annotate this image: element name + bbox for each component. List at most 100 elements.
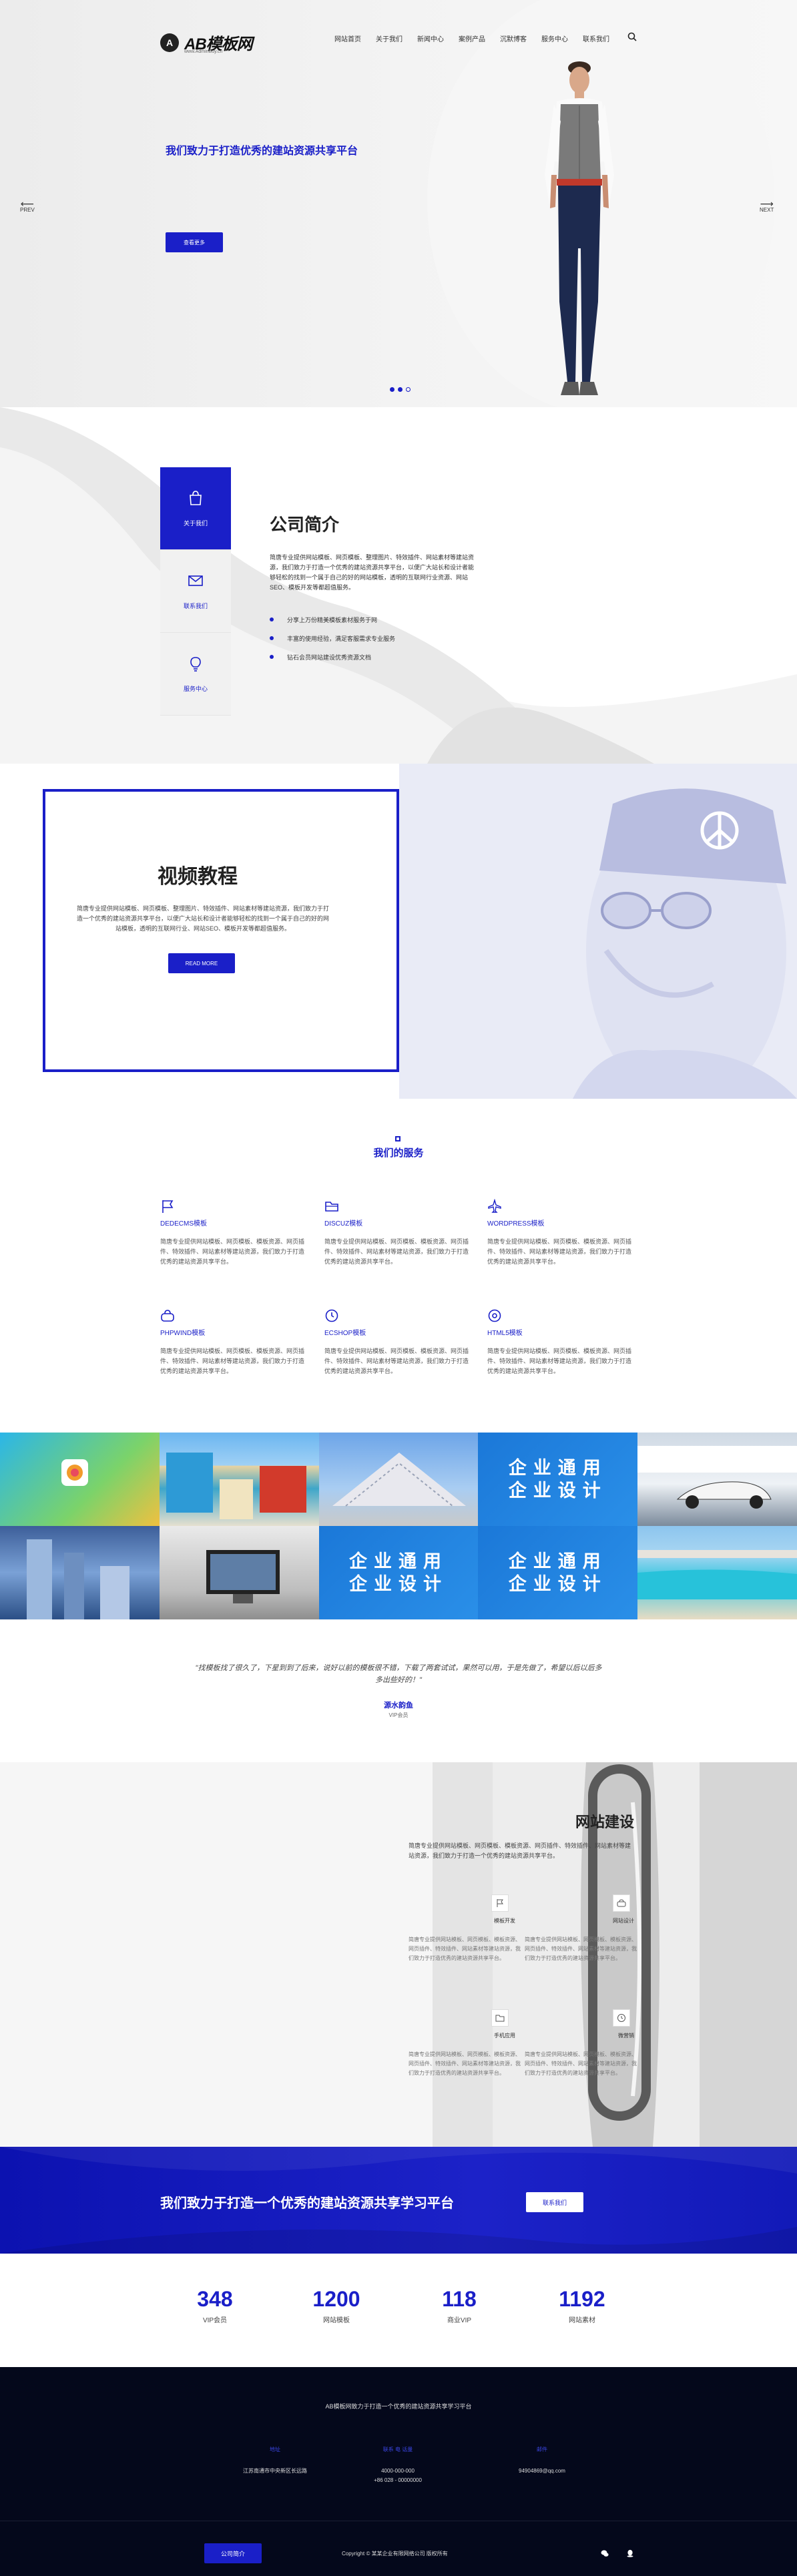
service-item-phpwind[interactable]: PHPWIND模板 简唐专业提供网站模板、网页模板、模板资源、网页插件、特效插件… bbox=[160, 1308, 308, 1376]
nav-item-about[interactable]: 关于我们 bbox=[368, 33, 410, 43]
gallery-item-2[interactable] bbox=[159, 1433, 319, 1526]
street-photo-image bbox=[166, 1453, 306, 1519]
stat-label: 网站素材 bbox=[569, 2317, 595, 2324]
build-item-desc: 简唐专业提供网站模板、网页模板、模板资源、网页插件、特效插件、网站素材等建站资源… bbox=[525, 1937, 637, 1961]
about-tabs: 关于我们 联系我们 服务中心 bbox=[160, 467, 231, 716]
slider-dots bbox=[390, 387, 411, 392]
slider-dot-2[interactable] bbox=[398, 387, 403, 392]
stats-section: 348 VIP会员 1200 网站模板 118 商业VIP 1192 网站素材 bbox=[0, 2254, 797, 2367]
list-item: 钻石会员网站建设优秀资源文档 bbox=[270, 648, 395, 666]
company-intro-button[interactable]: 公司简介 bbox=[204, 2543, 262, 2563]
build-item-mobile-app[interactable]: 手机应用 简唐专业提供网站模板、网页模板、模板资源、网页插件、特效插件、网站素材… bbox=[409, 2009, 522, 2078]
nav-item-contact[interactable]: 联系我们 bbox=[575, 33, 617, 43]
site-footer: AB模板网致力于打造一个优秀的建站资源共享学习平台 地址 江苏南通市中央新区长远… bbox=[0, 2367, 797, 2576]
stat-templates: 1200 网站模板 bbox=[283, 2287, 390, 2324]
gallery-item-3[interactable] bbox=[318, 1433, 479, 1526]
footer-value: 4000-000-000 +86 028 - 00000000 bbox=[374, 2468, 422, 2483]
service-name: HTML5模板 bbox=[487, 1330, 523, 1337]
video-section: 视频教程 简唐专业提供网站模板、网页模板、整理图片、特效插件、网站素材等建站资源… bbox=[0, 764, 797, 1099]
read-more-button[interactable]: READ MORE bbox=[168, 953, 235, 973]
about-title: 公司简介 bbox=[270, 515, 340, 535]
about-section: 关于我们 联系我们 服务中心 公司简介 简唐专业提供网站模板、网页模板、整理图片… bbox=[0, 407, 797, 764]
service-item-wordpress[interactable]: WORDPRESS模板 简唐专业提供网站模板、网页模板、模板资源、网页插件、特效… bbox=[487, 1199, 635, 1267]
hero-section: A AB模板网 www.AdminBuy.cn 网站首页 关于我们 新闻中心 案… bbox=[0, 0, 797, 407]
footer-heading: 联系 电 话量 bbox=[382, 2446, 413, 2453]
clock-icon bbox=[325, 1309, 338, 1322]
copyright-text: Copyright © 某某企业有限网络公司 版权所有 bbox=[342, 2551, 448, 2557]
video-model-image bbox=[399, 764, 797, 1099]
gallery-item-6[interactable] bbox=[0, 1526, 160, 1619]
tab-contact-us[interactable]: 联系我们 bbox=[160, 550, 231, 633]
gallery-item-9[interactable]: 企业通用 企业设计 bbox=[478, 1526, 638, 1619]
gallery-item-1[interactable] bbox=[0, 1433, 160, 1526]
slider-prev-button[interactable]: ⟵ PREV bbox=[20, 199, 35, 213]
footer-phone: 联系 电 话量 4000-000-000 +86 028 - 00000000 bbox=[318, 2446, 478, 2485]
nav-item-home[interactable]: 网站首页 bbox=[327, 33, 368, 43]
build-description: 简唐专业提供网站模板、网页模板、模板资源、网页插件、特效插件、网站素材等建站资源… bbox=[409, 1842, 631, 1859]
nav-item-cases[interactable]: 案例产品 bbox=[451, 33, 493, 43]
stat-number: 1200 bbox=[312, 2287, 360, 2311]
stat-label: 网站模板 bbox=[323, 2317, 350, 2324]
service-item-dedecms[interactable]: DEDECMS模板 简唐专业提供网站模板、网页模板、模板资源、网页插件、特效插件… bbox=[160, 1199, 308, 1267]
service-name: DISCUZ模板 bbox=[324, 1220, 363, 1228]
service-item-discuz[interactable]: DISCUZ模板 简唐专业提供网站模板、网页模板、模板资源、网页插件、特效插件、… bbox=[324, 1199, 473, 1267]
flag-icon bbox=[162, 1200, 174, 1213]
services-title: 我们的服务 bbox=[373, 1147, 424, 1159]
gallery-caption: 企业通用 企业设计 bbox=[508, 1551, 607, 1594]
hero-more-button[interactable]: 查看更多 bbox=[166, 232, 223, 252]
qq-icon[interactable] bbox=[626, 2549, 634, 2557]
hero-background bbox=[427, 0, 774, 407]
service-item-html5[interactable]: HTML5模板 简唐专业提供网站模板、网页模板、模板资源、网页插件、特效插件、网… bbox=[487, 1308, 635, 1376]
car-photo-image bbox=[637, 1446, 797, 1509]
service-item-ecshop[interactable]: ECSHOP模板 简唐专业提供网站模板、网页模板、模板资源、网页插件、特效插件、… bbox=[324, 1308, 473, 1376]
tab-about-us[interactable]: 关于我们 bbox=[160, 467, 231, 550]
slider-next-button[interactable]: ⟶ NEXT bbox=[760, 199, 774, 213]
service-name: WORDPRESS模板 bbox=[487, 1220, 545, 1228]
icon-box bbox=[613, 1894, 630, 1912]
gallery-item-8[interactable]: 企业通用 企业设计 bbox=[318, 1526, 479, 1619]
gallery-item-10[interactable] bbox=[637, 1526, 797, 1619]
hero-title: 我们致力于打造优秀的建站资源共享平台 bbox=[166, 146, 358, 157]
banner-title: 我们致力于打造一个优秀的建站资源共享学习平台 bbox=[160, 2196, 454, 2211]
section-marker-icon bbox=[395, 1136, 401, 1141]
pool-photo-image bbox=[637, 1550, 797, 1599]
service-desc: 简唐专业提供网站模板、网页模板、模板资源、网页插件、特效插件、网站素材等建站资源… bbox=[487, 1238, 632, 1265]
testimonial-role: VIP会员 bbox=[388, 1712, 409, 1718]
service-desc: 简唐专业提供网站模板、网页模板、模板资源、网页插件、特效插件、网站素材等建站资源… bbox=[160, 1348, 305, 1374]
build-item-name: 手机应用 bbox=[494, 2033, 515, 2039]
cta-banner: 我们致力于打造一个优秀的建站资源共享学习平台 联系我们 bbox=[0, 2147, 797, 2254]
tab-label: 服务中心 bbox=[183, 686, 208, 692]
slider-dot-3[interactable] bbox=[406, 387, 411, 392]
nav-item-news[interactable]: 新闻中心 bbox=[410, 33, 451, 43]
search-icon[interactable] bbox=[627, 32, 637, 41]
gallery-item-7[interactable] bbox=[159, 1526, 319, 1619]
service-name: ECSHOP模板 bbox=[324, 1330, 366, 1337]
tab-label: 关于我们 bbox=[183, 520, 208, 527]
tab-service-center[interactable]: 服务中心 bbox=[160, 633, 231, 716]
nav-item-service[interactable]: 服务中心 bbox=[534, 33, 575, 43]
testimonial-quote: "找模板找了很久了，下星到到了后来，说好以前的模板很不错，下载了两套试试，果然可… bbox=[195, 1664, 602, 1684]
footer-slogan: AB模板网致力于打造一个优秀的建站资源共享学习平台 bbox=[325, 2403, 472, 2410]
wechat-icon[interactable] bbox=[601, 2549, 609, 2557]
gallery-item-5[interactable] bbox=[637, 1433, 797, 1526]
service-name: PHPWIND模板 bbox=[160, 1330, 206, 1337]
stat-business-vip: 118 商业VIP bbox=[406, 2287, 513, 2324]
footer-value: 94904869@qq.com bbox=[519, 2468, 565, 2474]
slider-dot-1[interactable] bbox=[390, 387, 394, 392]
build-item-web-design[interactable]: 网站设计 简唐专业提供网站模板、网页模板、模板资源、网页插件、特效插件、网站素材… bbox=[525, 1894, 638, 1963]
flag-icon bbox=[497, 1899, 503, 1907]
build-item-desc: 简唐专业提供网站模板、网页模板、模板资源、网页插件、特效插件、网站素材等建站资源… bbox=[409, 1937, 521, 1961]
contact-us-button[interactable]: 联系我们 bbox=[526, 2192, 583, 2212]
website-building-section: 网站建设 简唐专业提供网站模板、网页模板、模板资源、网页插件、特效插件、网站素材… bbox=[0, 1762, 797, 2147]
list-item: 丰富的使用经验，满足客服需求专业服务 bbox=[270, 629, 395, 648]
nav-item-blog[interactable]: 沉默博客 bbox=[493, 33, 534, 43]
tower-photo-image bbox=[27, 1539, 129, 1619]
site-logo[interactable]: A AB模板网 www.AdminBuy.cn bbox=[160, 31, 253, 54]
build-item-micro-marketing[interactable]: 微营销 简唐专业提供网站模板、网页模板、模板资源、网页插件、特效插件、网站素材等… bbox=[525, 2009, 638, 2078]
stat-number: 1192 bbox=[559, 2287, 605, 2311]
basket-icon bbox=[161, 1310, 174, 1322]
basket-icon bbox=[617, 1899, 626, 1907]
gallery-item-4[interactable]: 企业通用 企业设计 bbox=[478, 1433, 638, 1526]
stat-label: 商业VIP bbox=[447, 2317, 472, 2324]
build-item-template-dev[interactable]: 模板开发 简唐专业提供网站模板、网页模板、模板资源、网页插件、特效插件、网站素材… bbox=[409, 1894, 522, 1963]
